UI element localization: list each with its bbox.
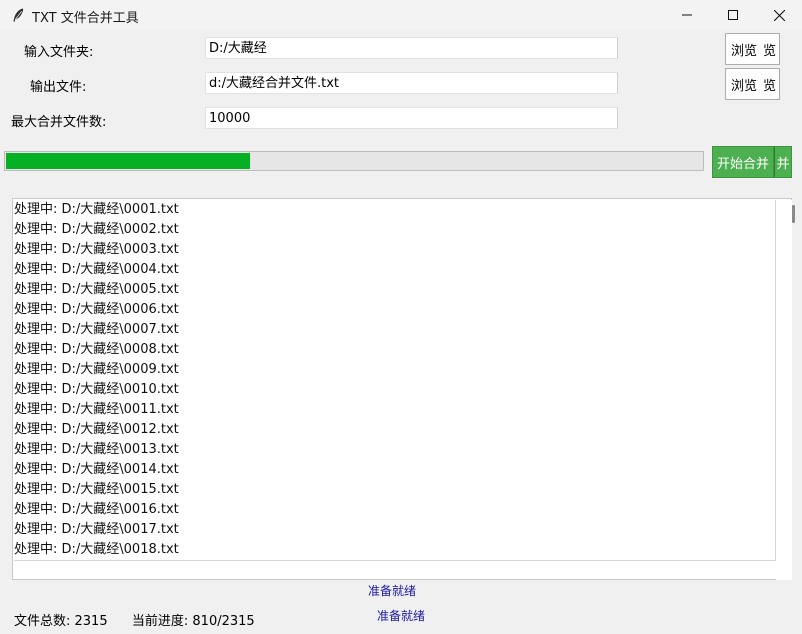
input-folder-field[interactable]: D:/大藏经: [205, 37, 618, 59]
maximize-button[interactable]: [710, 0, 756, 30]
scroll-thumb[interactable]: [792, 205, 795, 223]
start-merge-button-edge[interactable]: 并: [774, 146, 792, 178]
log-line: 处理中: D:/大藏经\0003.txt: [14, 242, 179, 257]
input-folder-label: 输入文件夹:: [24, 45, 94, 60]
log-line: 处理中: D:/大藏经\0016.txt: [14, 502, 179, 517]
log-vertical-scrollbar[interactable]: [776, 200, 792, 580]
log-line: 处理中: D:/大藏经\0013.txt: [14, 442, 179, 457]
close-icon: [773, 9, 785, 21]
browse-input-button[interactable]: 浏览: [725, 33, 763, 65]
total-files-text: 文件总数: 2315: [14, 614, 108, 629]
log-line: 处理中: D:/大藏经\0005.txt: [14, 282, 179, 297]
minimize-icon: [682, 14, 692, 16]
start-merge-button[interactable]: 开始合并: [712, 146, 774, 178]
browse-output-button[interactable]: 浏览: [725, 68, 763, 100]
max-files-label: 最大合并文件数:: [11, 115, 107, 130]
log-line: 处理中: D:/大藏经\0017.txt: [14, 522, 179, 537]
log-line: 处理中: D:/大藏经\0015.txt: [14, 482, 179, 497]
browse-output-button-edge[interactable]: 览: [762, 68, 780, 100]
log-line: 处理中: D:/大藏经\0009.txt: [14, 362, 179, 377]
status-label-secondary: 准备就绪: [377, 609, 426, 623]
output-file-label: 输出文件:: [30, 80, 87, 95]
log-text-area[interactable]: 处理中: D:/大藏经\0001.txt 处理中: D:/大藏经\0002.txt…: [14, 200, 774, 560]
browse-input-button-edge[interactable]: 览: [762, 33, 780, 65]
log-line: 处理中: D:/大藏经\0008.txt: [14, 342, 179, 357]
status-label-primary: 准备就绪: [368, 584, 417, 598]
log-line: 处理中: D:/大藏经\0002.txt: [14, 222, 179, 237]
log-line: 处理中: D:/大藏经\0010.txt: [14, 382, 179, 397]
log-line: 处理中: D:/大藏经\0007.txt: [14, 322, 179, 337]
current-progress-text: 当前进度: 810/2315: [131, 614, 255, 629]
log-line: 处理中: D:/大藏经\0011.txt: [14, 402, 179, 417]
footer-info: 文件总数: 2315 当前进度: 810/2315: [14, 610, 255, 629]
log-line: 处理中: D:/大藏经\0018.txt: [14, 542, 179, 557]
log-line: 处理中: D:/大藏经\0014.txt: [14, 462, 179, 477]
feather-icon: [13, 8, 24, 22]
title-bar: TXT 文件合并工具: [0, 0, 802, 30]
log-line: 处理中: D:/大藏经\0012.txt: [14, 422, 179, 437]
log-line: 处理中: D:/大藏经\0001.txt: [14, 202, 179, 217]
log-line: 处理中: D:/大藏经\0004.txt: [14, 262, 179, 277]
progress-fill: [6, 153, 250, 169]
output-file-field[interactable]: d:/大藏经合并文件.txt: [205, 72, 618, 94]
minimize-button[interactable]: [664, 0, 710, 30]
log-horizontal-scrollbar[interactable]: [14, 560, 776, 578]
log-line: 处理中: D:/大藏经\0006.txt: [14, 302, 179, 317]
maximize-icon: [728, 10, 738, 20]
max-files-field[interactable]: 10000: [205, 107, 618, 129]
progress-bar: [4, 151, 704, 171]
window-title: TXT 文件合并工具: [32, 11, 139, 26]
close-button[interactable]: [756, 0, 802, 30]
